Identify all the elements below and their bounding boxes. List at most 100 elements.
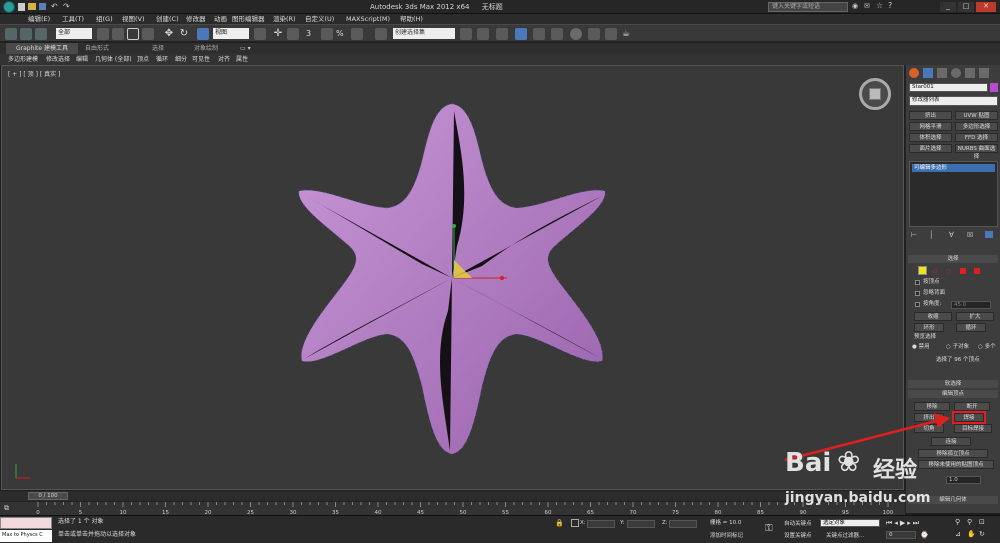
minimize-button[interactable]: _ bbox=[940, 2, 956, 12]
remove-modifier-icon[interactable]: ☒ bbox=[967, 231, 973, 239]
material-editor-icon[interactable] bbox=[570, 28, 582, 40]
object-color-swatch[interactable] bbox=[990, 83, 998, 92]
hierarchy-tab-icon[interactable] bbox=[937, 68, 947, 78]
remove-button[interactable]: 移除 bbox=[914, 402, 950, 411]
stack-item-editable-poly[interactable]: 可编辑多边形 bbox=[912, 164, 995, 172]
selected-object-dropdown[interactable]: 选定对象 bbox=[820, 519, 880, 527]
modifier-button-2[interactable]: 网格平滑 bbox=[909, 122, 952, 131]
communication-icon[interactable]: ✉ bbox=[864, 2, 870, 10]
redo-icon[interactable]: ↷ bbox=[63, 2, 70, 11]
absolute-mode-icon[interactable] bbox=[571, 519, 579, 527]
time-slider[interactable]: 0 / 100 bbox=[0, 491, 905, 501]
target-weld-button[interactable]: 目标焊接 bbox=[954, 424, 992, 433]
remove-unused-map-button[interactable]: 移除未使用的贴图顶点 bbox=[918, 460, 994, 469]
preview-off-radio[interactable]: ● 禁用 bbox=[912, 343, 930, 351]
time-config-icon[interactable]: ⌚ bbox=[920, 531, 929, 539]
selection-filter-dropdown[interactable]: 全部 bbox=[56, 28, 92, 39]
current-frame-field[interactable]: 0 bbox=[886, 531, 916, 539]
ribbon-item-5[interactable]: 循环 bbox=[156, 54, 168, 65]
orbit-icon[interactable]: ↻ bbox=[979, 530, 985, 538]
scale-icon[interactable] bbox=[197, 28, 209, 40]
shrink-button[interactable]: 收缩 bbox=[914, 312, 952, 321]
zoom-extents-icon[interactable]: ⊡ bbox=[979, 518, 985, 526]
menu-item-0[interactable]: 编辑(E) bbox=[28, 14, 50, 24]
maxscript-field[interactable]: Max to Physcs C bbox=[0, 530, 52, 542]
vertex-mode-icon[interactable] bbox=[918, 266, 927, 275]
angle-snap-icon[interactable] bbox=[321, 28, 333, 40]
ribbon-tab-object-paint[interactable]: 对象绘制 bbox=[194, 43, 218, 54]
time-slider-thumb[interactable]: 0 / 100 bbox=[28, 492, 68, 500]
new-icon[interactable] bbox=[18, 3, 25, 11]
reference-coordinate-dropdown[interactable]: 视图 bbox=[213, 28, 249, 39]
field-of-view-icon[interactable]: ⊿ bbox=[955, 530, 961, 538]
auto-key-button[interactable]: 自动关键点 bbox=[784, 520, 812, 528]
weight-field[interactable]: 1.0 bbox=[946, 476, 981, 484]
ribbon-item-4[interactable]: 顶点 bbox=[137, 54, 149, 65]
menu-item-3[interactable]: 视图(V) bbox=[122, 14, 145, 24]
search-box[interactable]: 键入关键字或短语 bbox=[768, 2, 848, 12]
maxscript-listener-mini[interactable] bbox=[0, 517, 52, 529]
undo-icon[interactable]: ↶ bbox=[51, 2, 58, 11]
configure-sets-icon[interactable] bbox=[985, 231, 993, 238]
by-vertex-checkbox[interactable] bbox=[915, 280, 920, 285]
select-link-icon[interactable] bbox=[5, 28, 17, 40]
z-field[interactable] bbox=[669, 520, 697, 528]
create-tab-icon[interactable] bbox=[909, 68, 919, 78]
pin-stack-icon[interactable]: ⊢ bbox=[911, 231, 917, 239]
render-production-icon[interactable]: ☕ bbox=[622, 28, 634, 40]
save-icon[interactable] bbox=[39, 3, 46, 10]
remove-isolated-button[interactable]: 移除孤立顶点 bbox=[918, 449, 988, 458]
lock-selection-icon[interactable]: 🔒 bbox=[555, 519, 564, 527]
bind-space-warp-icon[interactable] bbox=[35, 28, 47, 40]
modifier-button-0[interactable]: 挤出 bbox=[909, 111, 952, 120]
mini-curve-editor-icon[interactable]: ⧉ bbox=[4, 504, 9, 513]
star-favorites-icon[interactable]: ☆ bbox=[876, 1, 883, 10]
ribbon-tab-freeform[interactable]: 自由形式 bbox=[85, 43, 109, 54]
menu-item-2[interactable]: 组(G) bbox=[96, 14, 113, 24]
set-key-button[interactable]: 设置关键点 bbox=[784, 532, 812, 540]
motion-tab-icon[interactable] bbox=[951, 68, 961, 78]
star-shape[interactable] bbox=[298, 103, 606, 455]
modifier-stack[interactable]: 可编辑多边形 bbox=[909, 161, 998, 227]
element-mode-icon[interactable] bbox=[974, 268, 980, 274]
menu-item-8[interactable]: 渲染(R) bbox=[273, 14, 296, 24]
app-logo-icon[interactable] bbox=[3, 1, 15, 13]
modifier-list-dropdown[interactable]: 修改器列表 bbox=[909, 96, 998, 106]
zoom-all-icon[interactable]: ⚲ bbox=[967, 518, 972, 526]
ribbon-item-0[interactable]: 多边形建模 bbox=[8, 54, 38, 65]
select-object-icon[interactable] bbox=[97, 28, 109, 40]
loop-button[interactable]: 循环 bbox=[956, 323, 986, 332]
schematic-view-icon[interactable] bbox=[551, 28, 563, 40]
menu-item-1[interactable]: 工具(T) bbox=[62, 14, 84, 24]
preview-subobj-radio[interactable]: ○ 子对象 bbox=[946, 343, 969, 351]
soft-selection-rollout-header[interactable]: 软选择 bbox=[908, 380, 998, 388]
modifier-button-6[interactable]: 面片选择 bbox=[909, 144, 952, 153]
unlink-icon[interactable] bbox=[20, 28, 32, 40]
menu-item-4[interactable]: 创建(C) bbox=[156, 14, 179, 24]
mirror-icon[interactable] bbox=[460, 28, 472, 40]
menu-item-5[interactable]: 修改器 bbox=[186, 14, 206, 24]
show-end-result-icon[interactable]: │ bbox=[929, 231, 933, 239]
rotate-icon[interactable]: ↻ bbox=[178, 28, 190, 40]
ribbon-item-2[interactable]: 编辑 bbox=[76, 54, 88, 65]
display-tab-icon[interactable] bbox=[965, 68, 975, 78]
add-time-tag[interactable]: 添加时间标记 bbox=[710, 532, 743, 540]
align-icon[interactable] bbox=[477, 28, 489, 40]
window-crossing-icon[interactable] bbox=[142, 28, 154, 40]
ribbon-item-7[interactable]: 可见性 bbox=[192, 54, 210, 65]
edit-geometry-rollout-header[interactable]: 编辑几何体 bbox=[908, 496, 998, 504]
ignore-backfacing-checkbox[interactable] bbox=[915, 291, 920, 296]
key-filters-button[interactable]: 关键点过滤器... bbox=[826, 532, 864, 540]
move-icon[interactable]: ✥ bbox=[163, 28, 175, 40]
y-field[interactable] bbox=[627, 520, 655, 528]
by-angle-checkbox[interactable] bbox=[915, 302, 920, 307]
modifier-button-5[interactable]: FFD 选择 bbox=[955, 133, 998, 142]
ribbon-item-3[interactable]: 几何体 (全部) bbox=[95, 54, 132, 65]
x-field[interactable] bbox=[587, 520, 615, 528]
layer-manager-icon[interactable] bbox=[496, 28, 508, 40]
keyboard-shortcut-icon[interactable] bbox=[287, 28, 299, 40]
key-icon[interactable]: ⚿ bbox=[765, 523, 773, 534]
ribbon-tab-selection[interactable]: 选择 bbox=[152, 43, 164, 54]
border-mode-icon[interactable]: ○ bbox=[946, 268, 951, 275]
connect-button[interactable]: 连接 bbox=[931, 437, 971, 446]
